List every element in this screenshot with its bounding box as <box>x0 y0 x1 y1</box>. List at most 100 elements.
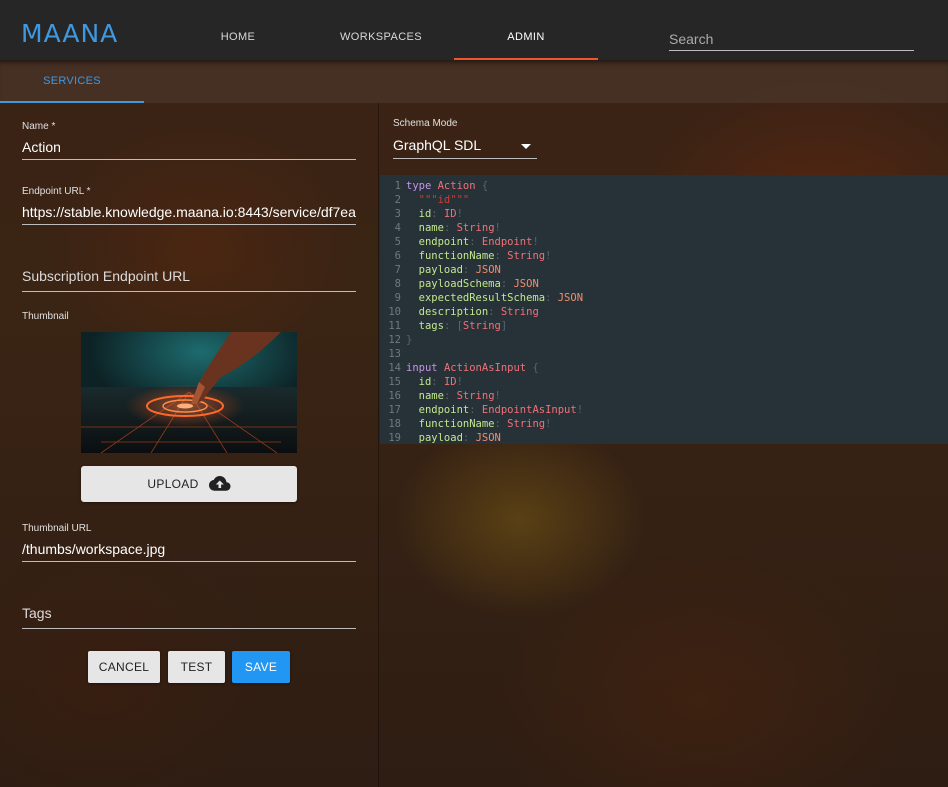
code-token: : <box>488 306 501 318</box>
code-line[interactable]: 6 functionName: String! <box>380 249 948 263</box>
code-token: ID <box>443 376 457 388</box>
line-number: 18 <box>388 418 401 430</box>
endpoint-label: Endpoint URL * <box>22 186 91 197</box>
code-line[interactable]: 10 description: String <box>380 305 948 319</box>
code-line[interactable]: 17 endpoint: EndpointAsInput! <box>380 403 948 417</box>
code-token: payload <box>406 264 463 276</box>
save-button[interactable]: SAVE <box>232 651 290 683</box>
line-number: 8 <box>394 278 401 290</box>
code-token: ! <box>576 404 584 416</box>
line-number: 6 <box>394 250 401 262</box>
nav-home[interactable]: HOME <box>205 0 271 60</box>
code-token: description <box>406 306 489 318</box>
tags-input[interactable]: Tags <box>22 605 356 629</box>
code-token: id <box>406 376 432 388</box>
line-number: 16 <box>388 390 401 402</box>
code-token: ] <box>500 320 508 332</box>
service-form: Name * Action Endpoint URL * https://sta… <box>0 103 378 787</box>
endpoint-input[interactable]: https://stable.knowledge.maana.io:8443/s… <box>22 201 356 225</box>
cloud-upload-icon <box>208 476 231 491</box>
tags-field[interactable]: Tags <box>22 605 356 629</box>
name-input[interactable]: Action <box>22 136 356 160</box>
code-token: Action <box>437 180 482 192</box>
schema-mode-label: Schema Mode <box>393 118 458 129</box>
cancel-button[interactable]: CANCEL <box>88 651 160 683</box>
code-token: expectedResultSchema <box>406 292 546 304</box>
code-token: name <box>406 390 444 402</box>
code-token: String <box>462 320 501 332</box>
line-number: 10 <box>388 306 401 318</box>
code-token: JSON <box>513 278 539 290</box>
line-number: 9 <box>394 292 401 304</box>
code-line[interactable]: 13 <box>380 347 948 361</box>
schema-code-editor[interactable]: 1 type Action {2 """id""" 3 id: ID! 4 name:… <box>380 175 948 444</box>
line-number: 15 <box>388 376 401 388</box>
code-token: ID <box>443 208 457 220</box>
sub-nav-bar: SERVICES <box>0 60 948 103</box>
code-token: id <box>406 208 432 220</box>
line-number: 12 <box>388 334 401 346</box>
code-line[interactable]: 5 endpoint: Endpoint! <box>380 235 948 249</box>
code-line[interactable]: 9 expectedResultSchema: JSON <box>380 291 948 305</box>
line-number: 5 <box>394 236 401 248</box>
code-token: name <box>406 222 444 234</box>
code-token: payloadSchema <box>406 278 501 290</box>
subscription-field[interactable]: Subscription Endpoint URL <box>22 268 356 292</box>
line-number: 19 <box>388 432 401 444</box>
code-token: ! <box>456 208 463 220</box>
line-number: 17 <box>388 404 401 416</box>
code-token: : <box>494 418 508 430</box>
maana-logo[interactable]: MAANA <box>21 20 136 46</box>
code-token: : <box>545 292 558 304</box>
code-token: : <box>443 390 457 402</box>
thumbnail-label: Thumbnail <box>22 311 69 322</box>
code-token: functionName <box>406 418 495 430</box>
code-token: input <box>406 362 444 374</box>
code-line[interactable]: 11 tags: [String] <box>380 319 948 333</box>
code-token: """id""" <box>406 194 470 206</box>
dropdown-arrow-icon <box>521 144 531 149</box>
code-token: JSON <box>475 432 501 444</box>
line-number: 14 <box>388 362 401 374</box>
line-number: 13 <box>388 348 401 360</box>
name-field[interactable]: Name * Action <box>22 121 356 160</box>
upload-button[interactable]: UPLOAD <box>81 466 297 502</box>
code-line[interactable]: 1 type Action { <box>380 179 948 193</box>
thumbnail-url-field[interactable]: Thumbnail URL /thumbs/workspace.jpg <box>22 523 356 562</box>
code-token: payload <box>406 432 463 444</box>
code-token: { <box>481 180 489 192</box>
test-button[interactable]: TEST <box>168 651 225 683</box>
code-line[interactable]: 15 id: ID! <box>380 375 948 389</box>
code-line[interactable]: 3 id: ID! <box>380 207 948 221</box>
thumbnail-illustration <box>81 332 297 453</box>
code-token: ! <box>494 222 501 234</box>
search-input[interactable] <box>669 27 914 51</box>
thumbnail-url-input[interactable]: /thumbs/workspace.jpg <box>22 538 356 562</box>
code-token: ! <box>545 418 552 430</box>
code-line[interactable]: 4 name: String! <box>380 221 948 235</box>
tab-services[interactable]: SERVICES <box>0 60 144 103</box>
code-line[interactable]: 7 payload: JSON <box>380 263 948 277</box>
code-token: EndpointAsInput <box>481 404 577 416</box>
code-line[interactable]: 12} <box>380 333 948 347</box>
code-token: ! <box>494 390 501 402</box>
code-line[interactable]: 18 functionName: String! <box>380 417 948 431</box>
code-token: } <box>406 334 413 346</box>
code-line[interactable]: 8 payloadSchema: JSON <box>380 277 948 291</box>
code-line[interactable]: 16 name: String! <box>380 389 948 403</box>
code-line[interactable]: 19 payload: JSON <box>380 431 948 444</box>
nav-workspaces[interactable]: WORKSPACES <box>336 0 426 60</box>
schema-mode-select[interactable]: GraphQL SDL <box>393 134 537 159</box>
endpoint-field[interactable]: Endpoint URL * https://stable.knowledge.… <box>22 186 356 225</box>
code-token: : <box>469 404 482 416</box>
panel-divider <box>378 103 379 787</box>
code-line[interactable]: 14 input ActionAsInput { <box>380 361 948 375</box>
subscription-input[interactable]: Subscription Endpoint URL <box>22 268 356 292</box>
code-token: ActionAsInput <box>443 362 533 374</box>
code-line[interactable]: 2 """id""" <box>380 193 948 207</box>
code-token: ! <box>456 376 463 388</box>
nav-admin[interactable]: ADMIN <box>454 0 598 60</box>
line-number: 2 <box>394 194 401 206</box>
code-token: String <box>456 390 495 402</box>
code-token: : <box>431 376 444 388</box>
